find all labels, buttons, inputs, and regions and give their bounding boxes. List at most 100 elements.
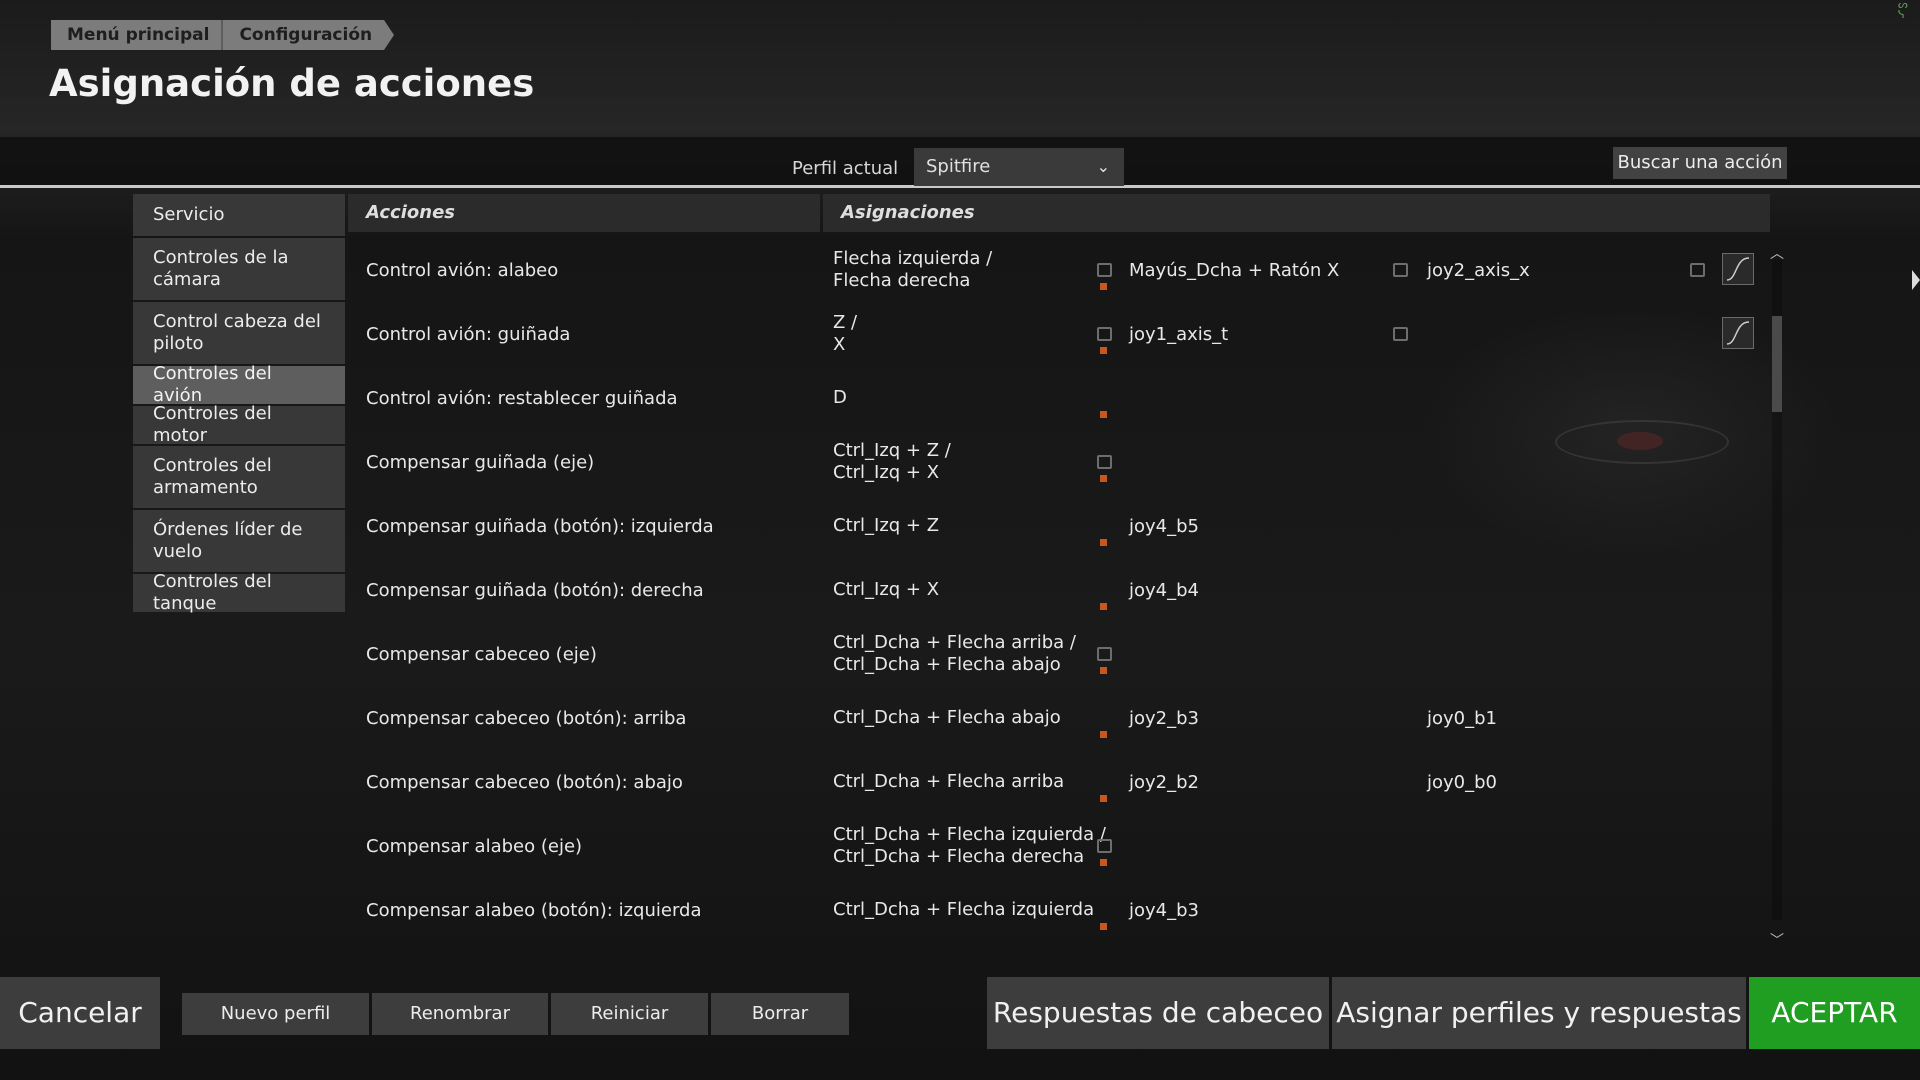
new-profile-button[interactable]: Nuevo perfil bbox=[182, 993, 369, 1035]
link-icon[interactable] bbox=[1097, 455, 1112, 469]
binding-secondary[interactable]: joy1_axis_t bbox=[1129, 302, 1228, 366]
sidebar-item-label: Controles del avión bbox=[153, 363, 272, 406]
binding-tertiary[interactable]: joy0_b0 bbox=[1427, 750, 1497, 814]
binding-line: Ctrl_Dcha + Flecha izquierda / bbox=[833, 824, 1106, 845]
rename-button[interactable]: Renombrar bbox=[372, 993, 548, 1035]
accept-button[interactable]: ACEPTAR bbox=[1749, 977, 1920, 1049]
binding-line: Flecha derecha bbox=[833, 270, 971, 291]
sidebar-item-weapons[interactable]: Controles del armamento bbox=[133, 446, 345, 508]
binding-primary[interactable]: Ctrl_Dcha + Flecha arriba bbox=[833, 750, 1064, 814]
breadcrumb-main-menu[interactable]: Menú principal bbox=[51, 20, 222, 50]
bind-marker bbox=[1100, 795, 1107, 802]
scroll-down-icon[interactable]: ﹀ bbox=[1770, 930, 1784, 950]
sidebar-item-label: Controles de la cámara bbox=[153, 247, 289, 290]
table-row[interactable]: Control avión: alabeo Flecha izquierda /… bbox=[348, 238, 1770, 302]
binding-secondary[interactable]: joy4_b4 bbox=[1129, 558, 1199, 622]
link-icon[interactable] bbox=[1097, 839, 1112, 853]
binding-primary[interactable]: Ctrl_Dcha + Flecha izquierda / Ctrl_Dcha … bbox=[833, 814, 1106, 878]
sidebar-item-label: Servicio bbox=[153, 204, 225, 225]
binding-secondary[interactable]: Mayús_Dcha + Ratón X bbox=[1129, 238, 1339, 302]
column-header-bindings: Asignaciones bbox=[823, 194, 1770, 232]
bind-marker bbox=[1100, 923, 1107, 930]
action-name: Compensar alabeo (botón): izquierda bbox=[366, 899, 702, 921]
delete-button[interactable]: Borrar bbox=[711, 993, 849, 1035]
link-icon[interactable] bbox=[1393, 263, 1408, 277]
table-row[interactable]: Control avión: restablecer guiñada D bbox=[348, 366, 1770, 430]
sidebar-item-tank[interactable]: Controles del tanque bbox=[133, 571, 345, 614]
table-row[interactable]: Compensar guiñada (botón): derecha Ctrl_… bbox=[348, 558, 1770, 622]
binding-primary[interactable]: Ctrl_Dcha + Flecha arriba / Ctrl_Dcha + F… bbox=[833, 622, 1076, 686]
profile-dropdown-value: Spitfire bbox=[926, 156, 991, 177]
sidebar-item-service[interactable]: Servicio bbox=[133, 194, 345, 236]
bind-marker bbox=[1100, 347, 1107, 354]
table-row[interactable]: Compensar alabeo (botón): izquierda Ctrl… bbox=[348, 878, 1770, 942]
link-icon[interactable] bbox=[1097, 327, 1112, 341]
breadcrumb: Menú principal Configuración bbox=[51, 20, 394, 50]
action-name: Compensar cabeceo (eje) bbox=[366, 643, 597, 665]
binding-line: Ctrl_Dcha + Flecha izquierda bbox=[833, 899, 1095, 920]
binding-primary[interactable]: Ctrl_Dcha + Flecha abajo bbox=[833, 686, 1061, 750]
binding-secondary[interactable]: joy4_b5 bbox=[1129, 494, 1199, 558]
binding-line: Z / bbox=[833, 312, 858, 333]
binding-primary[interactable]: Ctrl_Izq + Z bbox=[833, 494, 939, 558]
breadcrumb-settings[interactable]: Configuración bbox=[221, 20, 394, 50]
reset-button[interactable]: Reiniciar bbox=[551, 993, 708, 1035]
page-title: Asignación de acciones bbox=[49, 62, 535, 105]
binding-secondary[interactable]: joy2_b3 bbox=[1129, 686, 1199, 750]
table-row[interactable]: Compensar guiñada (botón): izquierda Ctr… bbox=[348, 494, 1770, 558]
binding-line: Ctrl_Dcha + Flecha abajo bbox=[833, 707, 1061, 728]
sidebar-item-pilot-head[interactable]: Control cabeza del piloto bbox=[133, 302, 345, 364]
link-icon[interactable] bbox=[1690, 263, 1705, 277]
bind-marker bbox=[1100, 475, 1107, 482]
table-row[interactable]: Compensar cabeceo (eje) Ctrl_Dcha + Flec… bbox=[348, 622, 1770, 686]
table-row[interactable]: Compensar cabeceo (botón): arriba Ctrl_D… bbox=[348, 686, 1770, 750]
head-responses-button[interactable]: Respuestas de cabeceo bbox=[987, 977, 1329, 1049]
binding-line: Ctrl_Dcha + Flecha derecha bbox=[833, 846, 1085, 867]
curve-icon[interactable] bbox=[1722, 253, 1754, 285]
table-row[interactable]: Control avión: guiñada Z / X joy1_axis_t bbox=[348, 302, 1770, 366]
binding-primary[interactable]: Z / X bbox=[833, 302, 857, 366]
binding-primary[interactable]: Ctrl_Izq + Z / Ctrl_Izq + X bbox=[833, 430, 951, 494]
sidebar-item-camera[interactable]: Controles de la cámara bbox=[133, 238, 345, 300]
binding-primary[interactable]: Flecha izquierda / Flecha derecha bbox=[833, 238, 992, 302]
binding-secondary[interactable]: joy2_b2 bbox=[1129, 750, 1199, 814]
sidebar-item-label: Controles del armamento bbox=[153, 455, 272, 498]
action-name: Compensar guiñada (botón): izquierda bbox=[366, 515, 714, 537]
table-row[interactable]: Compensar alabeo (eje) Ctrl_Dcha + Flech… bbox=[348, 814, 1770, 878]
link-icon[interactable] bbox=[1097, 647, 1112, 661]
sidebar-item-engine[interactable]: Controles del motor bbox=[133, 403, 345, 446]
link-icon[interactable] bbox=[1097, 263, 1112, 277]
sidebar-item-aircraft[interactable]: Controles del avión bbox=[133, 363, 345, 406]
category-sidebar: Servicio Controles de la cámara Control … bbox=[133, 194, 345, 614]
binding-primary[interactable]: Ctrl_Izq + X bbox=[833, 558, 939, 622]
table-row[interactable]: Compensar guiñada (eje) Ctrl_Izq + Z / Ct… bbox=[348, 430, 1770, 494]
search-action-button[interactable]: Buscar una acción bbox=[1613, 147, 1787, 179]
binding-line: Ctrl_Izq + X bbox=[833, 462, 940, 483]
profile-label: Perfil actual bbox=[792, 158, 899, 179]
action-name: Control avión: alabeo bbox=[366, 259, 559, 281]
sidebar-item-label: Control cabeza del piloto bbox=[153, 311, 321, 354]
binding-tertiary[interactable]: joy0_b1 bbox=[1427, 686, 1497, 750]
action-name: Compensar guiñada (botón): derecha bbox=[366, 579, 704, 601]
action-name: Compensar cabeceo (botón): abajo bbox=[366, 771, 683, 793]
binding-primary[interactable]: Ctrl_Dcha + Flecha izquierda bbox=[833, 878, 1094, 942]
scrollbar-thumb[interactable] bbox=[1772, 316, 1782, 412]
bind-marker bbox=[1100, 539, 1107, 546]
assign-profiles-button[interactable]: Asignar perfiles y respuestas bbox=[1332, 977, 1746, 1049]
binding-line: Ctrl_Dcha + Flecha arriba / bbox=[833, 632, 1076, 653]
corner-glyph-icon: ᔕᓭ bbox=[1898, 0, 1908, 21]
cancel-button[interactable]: Cancelar bbox=[0, 977, 160, 1049]
binding-primary[interactable]: D bbox=[833, 366, 847, 430]
profile-dropdown[interactable]: Spitfire ⌄ bbox=[914, 148, 1124, 186]
binding-tertiary[interactable]: joy2_axis_x bbox=[1427, 238, 1530, 302]
sidebar-item-label: Controles del motor bbox=[153, 403, 272, 446]
column-header-actions: Acciones bbox=[348, 194, 820, 232]
link-icon[interactable] bbox=[1393, 327, 1408, 341]
sidebar-item-flight-leader[interactable]: Órdenes líder de vuelo bbox=[133, 510, 345, 572]
action-name: Control avión: guiñada bbox=[366, 323, 571, 345]
curve-icon[interactable] bbox=[1722, 317, 1754, 349]
binding-secondary[interactable]: joy4_b3 bbox=[1129, 878, 1199, 942]
action-name: Compensar alabeo (eje) bbox=[366, 835, 583, 857]
table-row[interactable]: Compensar cabeceo (botón): abajo Ctrl_Dc… bbox=[348, 750, 1770, 814]
bind-marker bbox=[1100, 667, 1107, 674]
